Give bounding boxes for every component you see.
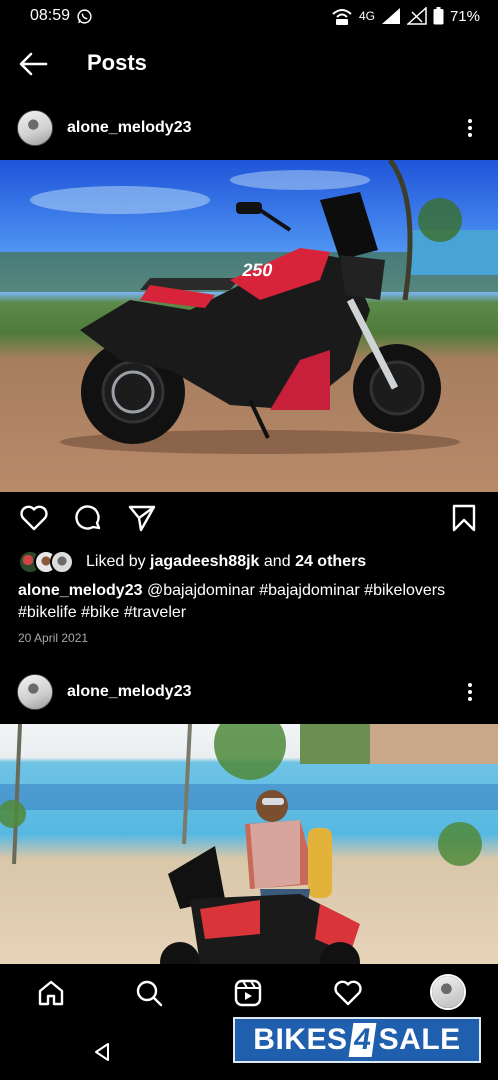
home-icon[interactable]	[36, 978, 66, 1008]
liked-others[interactable]: 24 others	[295, 553, 366, 570]
post-image[interactable]	[0, 724, 498, 964]
watermark-part1: BIKES	[253, 1023, 348, 1056]
battery-percent: 71%	[449, 7, 480, 25]
status-bar: 08:59 4G 71%	[0, 0, 498, 32]
bookmark-icon[interactable]	[448, 502, 480, 534]
system-back-icon[interactable]	[92, 1042, 112, 1062]
profile-avatar[interactable]	[430, 974, 466, 1010]
liked-by-text: Liked by jagadeesh88jk and 24 others	[86, 553, 366, 571]
post-image[interactable]: 250	[0, 160, 498, 492]
reels-icon[interactable]	[233, 978, 263, 1008]
rider-illustration	[0, 724, 498, 964]
search-icon[interactable]	[134, 978, 164, 1008]
battery-icon	[433, 7, 444, 25]
avatar	[50, 550, 74, 574]
back-arrow-icon[interactable]	[18, 51, 48, 77]
share-icon[interactable]	[126, 502, 158, 534]
liker-avatars	[18, 550, 76, 574]
page-title: Posts	[87, 50, 147, 75]
post-caption: alone_melody23 @bajajdominar #bajajdomin…	[18, 580, 484, 624]
status-time: 08:59	[30, 7, 71, 24]
heart-icon[interactable]	[18, 502, 50, 534]
wifi-call-icon	[332, 9, 352, 25]
avatar[interactable]	[17, 674, 53, 710]
post-username[interactable]: alone_melody23	[67, 119, 192, 137]
watermark-part2: 4	[349, 1023, 378, 1057]
post-header: alone_melody23	[0, 100, 498, 156]
bike-decal-text: 250	[241, 260, 275, 280]
signal-icon	[381, 8, 400, 24]
bottom-navigation	[0, 964, 498, 1022]
post-header: alone_melody23	[0, 664, 498, 720]
liked-and-label: and	[263, 553, 291, 570]
liked-by-row[interactable]: Liked by jagadeesh88jk and 24 others	[18, 549, 366, 575]
watermark-part3: SALE	[378, 1023, 461, 1056]
caption-username[interactable]: alone_melody23	[18, 582, 143, 599]
liked-by-user[interactable]: jagadeesh88jk	[150, 553, 259, 570]
liked-by-label: Liked by	[86, 553, 146, 570]
post-username[interactable]: alone_melody23	[67, 683, 192, 701]
signal-secondary-icon	[406, 7, 427, 25]
avatar[interactable]	[17, 110, 53, 146]
activity-icon[interactable]	[333, 978, 363, 1008]
comment-icon[interactable]	[72, 502, 104, 534]
more-icon[interactable]	[466, 682, 474, 702]
post-actions	[0, 502, 498, 538]
app-header: Posts	[0, 32, 498, 96]
post-date: 20 April 2021	[18, 631, 89, 645]
network-type: 4G	[358, 9, 375, 23]
more-icon[interactable]	[466, 118, 474, 138]
whatsapp-icon	[77, 8, 92, 24]
watermark-logo: BIKES 4 SALE	[233, 1017, 481, 1063]
motorcycle-illustration: 250	[0, 160, 498, 454]
